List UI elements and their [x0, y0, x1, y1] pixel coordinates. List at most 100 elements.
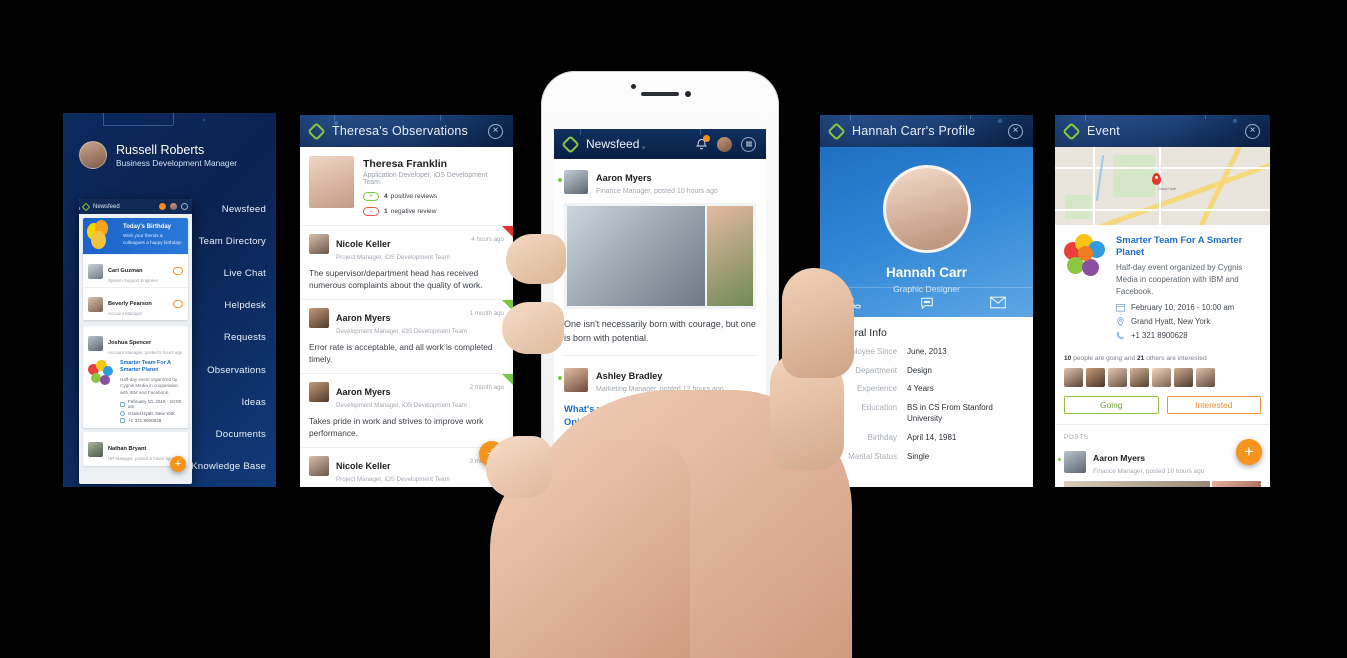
- radio-icon: [573, 489, 581, 495]
- avatar[interactable]: [1108, 368, 1127, 388]
- mail-icon[interactable]: [962, 288, 1033, 317]
- rsvp-buttons: Going Interested: [1064, 396, 1261, 415]
- avatar: [309, 456, 329, 477]
- event-description: Half-day event organized by Cygnis Media…: [120, 376, 178, 396]
- negative-count: 1: [384, 208, 388, 215]
- person-name: Theresa Franklin: [363, 158, 448, 170]
- add-button[interactable]: +: [170, 456, 186, 472]
- add-button[interactable]: +: [479, 441, 505, 467]
- avatar[interactable]: [1174, 368, 1193, 388]
- location-pin-icon: [1116, 317, 1125, 327]
- sidebar-item-helpdesk[interactable]: Helpdesk: [191, 290, 266, 322]
- post-image[interactable]: [1064, 481, 1211, 487]
- observation-item[interactable]: Aaron Myers Development Manager, iOS Dev…: [300, 374, 513, 449]
- info-value: June, 2013: [907, 347, 947, 356]
- timestamp: 1 month ago: [469, 310, 504, 318]
- sidebar-item-requests[interactable]: Requests: [191, 322, 266, 354]
- avatar-icon[interactable]: [170, 203, 177, 210]
- post-image[interactable]: [567, 206, 705, 306]
- poll-option[interactable]: Gain social presence & new traffic: [564, 484, 756, 495]
- birthday-person-row[interactable]: Beverly Pearson Account Manager: [83, 287, 188, 320]
- close-icon[interactable]: ×: [1245, 123, 1260, 139]
- avatar: [1064, 450, 1086, 473]
- sidebar-item-newsfeed[interactable]: Newsfeed: [191, 193, 266, 225]
- menu-icon[interactable]: [741, 136, 756, 152]
- observation-text: Takes pride in work and strives to impro…: [309, 416, 484, 439]
- positive-label: positive reviews: [390, 193, 438, 200]
- observer-name: Nicole Keller: [336, 239, 391, 249]
- person-name: Beverly Pearson: [108, 301, 152, 307]
- interested-count: 21: [1137, 355, 1145, 363]
- panel-header: Theresa's Observations ×: [300, 115, 513, 147]
- observer-name: Nicole Keller: [336, 461, 391, 472]
- panel-body: Hannah Carr Graphic Designer General Inf…: [820, 147, 1033, 487]
- panel-body: Theresa Franklin Application Developer, …: [300, 147, 513, 487]
- avatar[interactable]: [1196, 368, 1215, 388]
- event-phone-row: +1 321 8900628: [1116, 331, 1261, 340]
- panel-body: Grand Hyatt Smarter Team For A Smarter P…: [1055, 147, 1270, 487]
- observation-text: Error rate is acceptable, and all work i…: [309, 342, 493, 365]
- negative-label: negative review: [390, 208, 437, 215]
- menu-icon[interactable]: [181, 203, 188, 210]
- general-info-section: General Info Employee Since June, 2013 D…: [820, 317, 1033, 462]
- birthday-person-row[interactable]: Carl Guzman System Support Engineer: [83, 254, 188, 287]
- home-button[interactable]: [641, 500, 679, 538]
- sidebar-item-knowledge-base[interactable]: Knowledge Base: [191, 451, 266, 483]
- avatar: [88, 335, 103, 351]
- phone-icon[interactable]: [820, 288, 891, 317]
- sidebar-item-observations[interactable]: Observations: [191, 354, 266, 386]
- post-meta: HR Manager, posted 5 hours ago: [108, 456, 173, 462]
- add-button[interactable]: +: [1236, 439, 1262, 465]
- proximity-sensor: [685, 91, 691, 97]
- avatar[interactable]: [1152, 368, 1171, 388]
- sidebar-item-ideas[interactable]: Ideas: [191, 386, 266, 418]
- avatar[interactable]: [1086, 368, 1105, 388]
- location-pin-icon: [120, 411, 125, 417]
- chat-bubble-icon[interactable]: [173, 300, 183, 308]
- bell-icon[interactable]: [159, 203, 166, 210]
- poll-option[interactable]: Discover opinions & people: [564, 434, 756, 454]
- sidebar-item-team-directory[interactable]: Team Directory: [191, 225, 266, 257]
- avatar[interactable]: [1064, 368, 1083, 388]
- observation-item[interactable]: Aaron Myers Development Manager, iOS Dev…: [300, 300, 513, 375]
- positive-reviews-row: + 4 positive reviews: [363, 192, 504, 201]
- avatar: [564, 169, 588, 194]
- event-place-row: Grand Hyatt, New York: [120, 411, 183, 417]
- post-image[interactable]: [707, 206, 753, 306]
- app-showcase-stage: Russell Roberts Business Development Man…: [0, 0, 1347, 658]
- earpiece-speaker: [641, 92, 679, 96]
- birthday-subtitle: Wish your friends & colleagues a happy b…: [123, 233, 182, 245]
- newsfeed-navbar: Newsfeed: [554, 129, 766, 159]
- going-button[interactable]: Going: [1064, 396, 1159, 415]
- attendance-count-text: 10 people are going and 21 others are in…: [1064, 355, 1261, 362]
- info-value: Single: [907, 451, 930, 461]
- close-icon[interactable]: ×: [488, 123, 503, 139]
- close-icon[interactable]: ×: [1008, 123, 1023, 139]
- event-place: Grand Hyatt, New York: [128, 411, 175, 417]
- observation-item[interactable]: Nicole Keller Project Manager, iOS Devel…: [300, 226, 513, 301]
- post-image[interactable]: [1212, 481, 1261, 487]
- panel-header: Hannah Carr's Profile ×: [820, 115, 1033, 147]
- sidebar-item-documents[interactable]: Documents: [191, 418, 266, 450]
- post-author: Aaron Myers: [1093, 453, 1146, 464]
- chat-bubble-icon[interactable]: [173, 267, 183, 275]
- sidebar-item-live-chat[interactable]: Live Chat: [191, 257, 266, 289]
- interested-button[interactable]: Interested: [1166, 396, 1261, 415]
- bell-icon[interactable]: [695, 135, 710, 151]
- section-title: General Info: [829, 327, 887, 339]
- chat-icon[interactable]: [891, 288, 962, 317]
- sidebar-menu: Newsfeed Team Directory Live Chat Helpde…: [191, 193, 266, 483]
- avatar[interactable]: [1130, 368, 1149, 388]
- panel-theresa-observations: Theresa's Observations × Theresa Frankli…: [300, 115, 513, 487]
- add-button[interactable]: +: [728, 453, 758, 483]
- event-date-row: February 10, 2016 - 10:00 am: [120, 399, 183, 409]
- profile-action-bar: [820, 287, 1033, 317]
- unread-dot: [558, 376, 562, 380]
- avatar-icon[interactable]: [717, 136, 732, 152]
- post-header: Aaron Myers Finance Manager, posted 10 h…: [558, 168, 756, 195]
- event-map[interactable]: Grand Hyatt: [1055, 147, 1270, 225]
- observed-person-header: Theresa Franklin Application Developer, …: [300, 147, 513, 226]
- plus-icon: +: [363, 192, 379, 201]
- event-logo-icon: [88, 360, 114, 386]
- panel-russell-roberts: Russell Roberts Business Development Man…: [63, 113, 276, 487]
